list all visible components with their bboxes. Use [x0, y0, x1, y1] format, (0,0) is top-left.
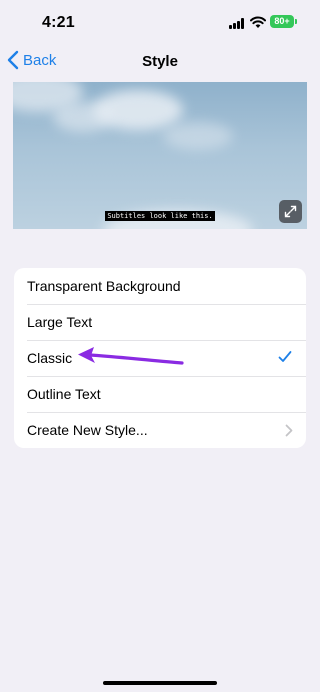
subtitle-preview: Subtitles look like this. — [13, 82, 307, 229]
style-option-outline-text[interactable]: Outline Text — [14, 376, 306, 412]
status-time: 4:21 — [42, 14, 75, 31]
annotation-arrow-icon — [78, 347, 184, 365]
subtitle-text: Subtitles look like this. — [105, 211, 215, 221]
style-option-label: Transparent Background — [27, 278, 181, 294]
expand-icon — [284, 205, 297, 218]
wifi-icon — [250, 16, 266, 28]
battery-icon: 80+ — [270, 15, 297, 28]
navigation-bar: Back Style — [0, 44, 320, 80]
checkmark-icon — [278, 351, 292, 362]
subtitle-sample: Subtitles look like this. — [13, 205, 307, 223]
style-option-label: Classic — [27, 350, 73, 366]
expand-preview-button[interactable] — [279, 200, 302, 223]
style-option-label: Outline Text — [27, 386, 101, 402]
home-indicator[interactable] — [103, 681, 217, 685]
style-option-label: Large Text — [27, 314, 93, 330]
cellular-signal-icon — [229, 18, 246, 29]
style-option-large-text[interactable]: Large Text — [14, 304, 306, 340]
style-option-label: Create New Style... — [27, 422, 148, 438]
create-new-style-button[interactable]: Create New Style... — [14, 412, 306, 448]
status-bar: 4:21 80+ — [0, 0, 320, 44]
page-title: Style — [142, 53, 178, 70]
cloud-shape — [163, 122, 233, 150]
chevron-right-icon — [285, 424, 293, 437]
style-option-transparent-background[interactable]: Transparent Background — [14, 268, 306, 304]
